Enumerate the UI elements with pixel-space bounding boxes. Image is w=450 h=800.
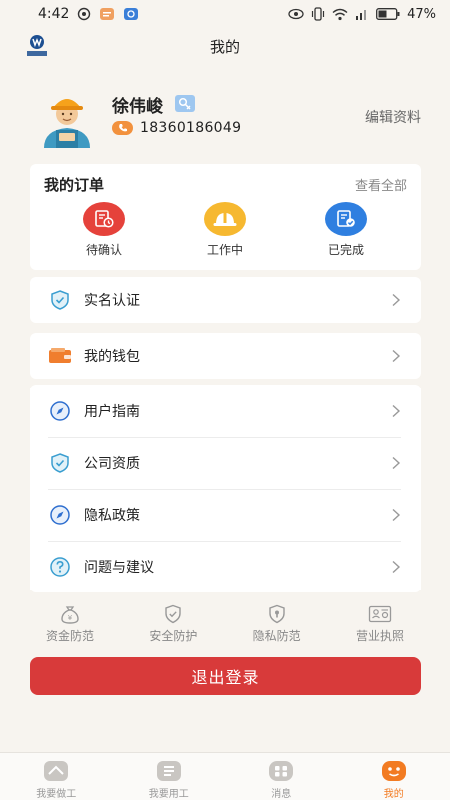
order-working-label: 工作中 [206, 243, 243, 257]
menu-user-guide[interactable]: 用户指南 [30, 388, 421, 434]
logout-button[interactable]: 退出登录 [30, 657, 421, 695]
app-logo [24, 34, 50, 58]
tip-license-label: 营业执照 [355, 629, 404, 643]
battery-level: 47% [407, 6, 436, 22]
order-working-button[interactable]: 工作中 [185, 202, 265, 258]
user-name: 徐伟峻 [112, 97, 163, 117]
tip-privacy[interactable]: 隐私防范 [227, 604, 327, 648]
license-icon [368, 604, 392, 624]
wifi-icon [332, 8, 348, 21]
menu-privacy-policy[interactable]: 隐私政策 [30, 492, 421, 538]
gender-icon [175, 95, 195, 112]
notification-icon [77, 7, 91, 21]
message-icon [268, 759, 294, 783]
tab-me-label: 我的 [383, 789, 404, 800]
tip-license[interactable]: 营业执照 [330, 604, 430, 648]
menu-real-name-auth[interactable]: 实名认证 [30, 277, 421, 323]
edit-profile-link[interactable]: 编辑资料 [365, 107, 421, 127]
tab-find-work-label: 我要做工 [36, 789, 77, 800]
clipboard-icon [156, 759, 182, 783]
menu-privacy-policy-label: 隐私政策 [84, 508, 140, 524]
tab-messages-label: 消息 [271, 789, 292, 800]
compass-icon [48, 504, 72, 526]
nav-bar: 我的 [0, 28, 450, 64]
tip-security-label: 安全防护 [149, 629, 198, 643]
privacy-shield-icon [265, 604, 289, 624]
pending-confirm-icon [83, 202, 125, 236]
message-app-icon [99, 7, 115, 21]
chevron-right-icon [391, 292, 401, 307]
money-bag-icon: ¥ [58, 604, 82, 624]
bottom-tab-bar: 我要做工 我要用工 消息 我的 [0, 752, 450, 800]
status-time: 4:42 [38, 6, 70, 22]
phone-row: 18360186049 [112, 120, 241, 136]
divider [48, 541, 401, 542]
orders-title: 我的订单 [44, 176, 105, 194]
profile-header: 徐伟峻 18360186049 编辑资料 [0, 82, 450, 156]
eye-icon [288, 8, 304, 20]
phone-icon [112, 121, 133, 135]
menu-wallet[interactable]: 我的钱包 [30, 333, 421, 379]
order-pending-label: 待确认 [85, 243, 122, 257]
my-orders-card: 我的订单 查看全部 待确认 工作中 已完成 [30, 164, 421, 270]
completed-icon [325, 202, 367, 236]
page-title: 我的 [209, 37, 240, 56]
safety-tips: ¥ 资金防范 安全防护 隐私防范 营业执照 [20, 604, 430, 648]
vibrate-icon [311, 7, 325, 21]
shield-check-icon [161, 604, 185, 624]
avatar[interactable] [38, 86, 96, 148]
tab-find-work[interactable]: 我要做工 [11, 753, 101, 800]
app-notification-icon [123, 7, 139, 21]
tip-funds[interactable]: ¥ 资金防范 [20, 604, 120, 648]
order-pending-button[interactable]: 待确认 [64, 202, 144, 258]
profile-icon [381, 759, 407, 783]
divider [48, 437, 401, 438]
chevron-right-icon [391, 455, 401, 470]
menu-company-qualification-label: 公司资质 [84, 456, 140, 472]
menu-user-guide-label: 用户指南 [84, 404, 140, 420]
menu-real-name-label: 实名认证 [84, 293, 140, 309]
menu-feedback-label: 问题与建议 [84, 560, 154, 576]
home-icon [43, 759, 69, 783]
menu-feedback[interactable]: 问题与建议 [30, 544, 421, 590]
user-phone: 18360186049 [140, 120, 242, 136]
order-completed-button[interactable]: 已完成 [306, 202, 386, 258]
tab-messages[interactable]: 消息 [236, 753, 326, 800]
signal-icon [355, 8, 369, 20]
tab-me[interactable]: 我的 [349, 753, 439, 800]
tip-security[interactable]: 安全防护 [123, 604, 223, 648]
order-completed-label: 已完成 [327, 243, 364, 257]
status-bar: 4:42 47% [0, 0, 450, 28]
verified-shield-icon [48, 452, 72, 474]
chevron-right-icon [391, 403, 401, 418]
chevron-right-icon [391, 507, 401, 522]
tab-hire-label: 我要用工 [148, 789, 189, 800]
view-all-orders-link[interactable]: 查看全部 [355, 175, 407, 194]
menu-wallet-label: 我的钱包 [84, 349, 140, 365]
question-icon [48, 556, 72, 578]
chevron-right-icon [391, 348, 401, 363]
svg-text:¥: ¥ [68, 614, 73, 622]
tip-privacy-label: 隐私防范 [252, 629, 301, 643]
verified-shield-icon [48, 289, 72, 311]
menu-company-qualification[interactable]: 公司资质 [30, 440, 421, 486]
tip-funds-label: 资金防范 [45, 629, 94, 643]
wallet-icon [48, 345, 72, 367]
tab-hire[interactable]: 我要用工 [124, 753, 214, 800]
compass-icon [48, 400, 72, 422]
battery-icon [376, 8, 400, 20]
divider [48, 489, 401, 490]
hardhat-icon [204, 202, 246, 236]
chevron-right-icon [391, 559, 401, 574]
